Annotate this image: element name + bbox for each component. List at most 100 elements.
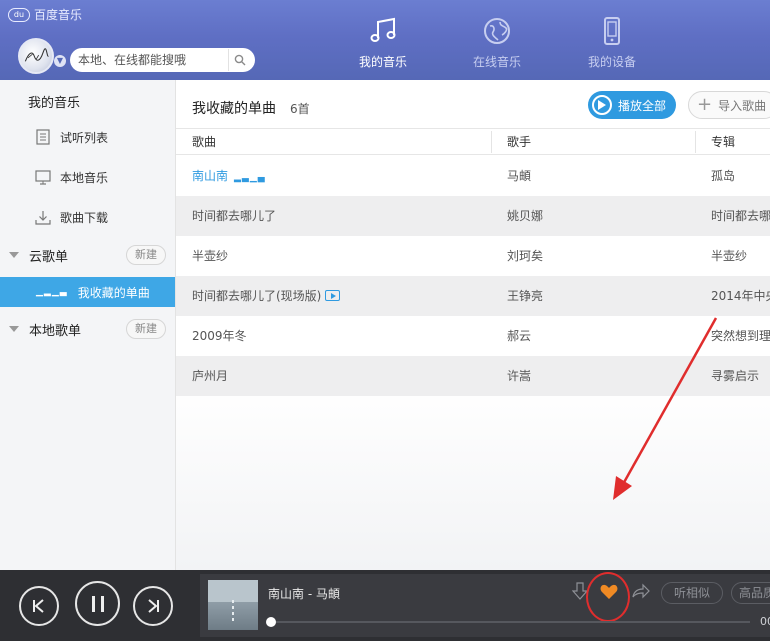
column-header-song[interactable]: 歌曲: [192, 129, 216, 155]
song-title: 时间都去哪儿了: [192, 209, 277, 223]
now-playing-panel: 南山南 - 马頔 听相似 高品质 00:00: [200, 572, 770, 637]
download-icon: [34, 208, 52, 226]
chevron-down-icon[interactable]: ▼: [54, 55, 66, 67]
sidebar-item-downloads[interactable]: 歌曲下载: [0, 202, 175, 232]
previous-track-button[interactable]: [19, 586, 59, 626]
pause-button[interactable]: [75, 581, 120, 626]
search-input[interactable]: [70, 53, 228, 67]
progress-bar[interactable]: [266, 617, 750, 627]
globe-icon: [457, 14, 537, 48]
avatar-signature-icon: [24, 48, 49, 62]
song-title-cell: 南山南 ▂▃▁▄: [192, 156, 492, 196]
cloud-playlist-group[interactable]: 云歌单 新建: [0, 240, 175, 270]
album-cover[interactable]: [208, 580, 258, 630]
player-bar: 南山南 - 马頔 听相似 高品质 00:00: [0, 570, 770, 641]
album-cell[interactable]: 时间都去哪儿了: [711, 196, 770, 236]
artist-cell[interactable]: 马頔: [507, 156, 697, 196]
main-content: 我收藏的单曲 6首 播放全部 + 导入歌曲 歌曲 歌手 专辑 南山南 ▂▃▁▄ 马…: [176, 80, 770, 570]
search-box: [70, 48, 255, 72]
tab-online-music[interactable]: 在线音乐: [457, 14, 537, 74]
table-row[interactable]: 半壶纱 刘珂矣 半壶纱: [176, 236, 770, 276]
app-header: du 百度音乐 ▼ 我的音乐 在线音乐 我的设备: [0, 0, 770, 80]
album-cell[interactable]: 突然想到理想这个词: [711, 316, 770, 356]
previous-icon: [33, 599, 44, 613]
next-icon: [148, 599, 159, 613]
sidebar-item-label: 试听列表: [60, 130, 109, 145]
app-title-bar: du 百度音乐: [8, 6, 82, 23]
elapsed-time: 00:00: [760, 615, 770, 628]
song-title: 庐州月: [192, 369, 229, 383]
cloud-playlist-label: 云歌单: [29, 249, 69, 265]
album-cell[interactable]: 孤岛: [711, 156, 770, 196]
local-playlist-group[interactable]: 本地歌单 新建: [0, 314, 175, 344]
artist-cell[interactable]: 姚贝娜: [507, 196, 697, 236]
import-songs-button[interactable]: + 导入歌曲: [688, 91, 770, 119]
new-cloud-playlist-button[interactable]: 新建: [126, 245, 166, 265]
baidu-music-logo-icon: du: [8, 7, 30, 22]
album-cell[interactable]: 寻雾启示: [711, 356, 770, 396]
album-cell[interactable]: 半壶纱: [711, 236, 770, 276]
table-row[interactable]: 庐州月 许嵩 寻雾启示: [176, 356, 770, 396]
pause-icon: [91, 595, 104, 612]
monitor-icon: [34, 168, 52, 186]
next-track-button[interactable]: [133, 586, 173, 626]
tab-my-devices[interactable]: 我的设备: [572, 14, 652, 74]
artist-cell[interactable]: 许嵩: [507, 356, 697, 396]
album-cover-art-icon: [208, 580, 258, 624]
playing-bars-icon: ▁▂▁▃: [36, 287, 68, 297]
play-all-label: 播放全部: [618, 98, 667, 113]
song-title-cell: 时间都去哪儿了(现场版): [192, 276, 492, 316]
collapse-triangle-icon[interactable]: [9, 326, 19, 332]
device-icon: [572, 14, 652, 48]
album-cell[interactable]: 2014年中央电视台春节联欢晚会: [711, 276, 770, 316]
artist-cell[interactable]: 郝云: [507, 316, 697, 356]
song-title: 半壶纱: [192, 249, 229, 263]
share-icon[interactable]: [632, 583, 650, 602]
import-label: 导入歌曲: [718, 98, 767, 113]
song-title: 南山南: [192, 169, 229, 183]
table-header: 歌曲 歌手 专辑: [176, 128, 770, 155]
new-local-playlist-button[interactable]: 新建: [126, 319, 166, 339]
table-row[interactable]: 2009年冬 郝云 突然想到理想这个词: [176, 316, 770, 356]
column-divider[interactable]: [491, 131, 492, 153]
avatar[interactable]: [18, 38, 54, 74]
app-title: 百度音乐: [34, 8, 83, 22]
tab-my-music[interactable]: 我的音乐: [343, 14, 423, 74]
artist-cell[interactable]: 王铮亮: [507, 276, 697, 316]
heart-icon[interactable]: [600, 584, 618, 603]
list-icon: [34, 128, 52, 146]
mv-video-icon[interactable]: [325, 290, 341, 301]
artist-cell[interactable]: 刘珂矣: [507, 236, 697, 276]
column-header-artist[interactable]: 歌手: [507, 129, 531, 155]
music-note-icon: [343, 14, 423, 48]
table-row[interactable]: 时间都去哪儿了 姚贝娜 时间都去哪儿了: [176, 196, 770, 236]
song-count: 6首: [290, 102, 310, 116]
tab-label: 我的设备: [587, 55, 636, 69]
sidebar-item-label: 我收藏的单曲: [77, 285, 150, 300]
sidebar-item-label: 本地音乐: [60, 170, 109, 185]
sidebar: 我的音乐 试听列表 本地音乐 歌曲下载 云歌单 新建 ▁▂▁▃ 我收藏的单曲 本…: [0, 80, 176, 570]
page-title: 我收藏的单曲: [192, 101, 276, 117]
playing-bars-icon: ▂▃▁▄: [234, 173, 266, 183]
sidebar-item-local-music[interactable]: 本地音乐: [0, 162, 175, 192]
sidebar-item-label: 歌曲下载: [60, 210, 109, 225]
song-title: 2009年冬: [192, 329, 247, 343]
column-header-album[interactable]: 专辑: [711, 129, 735, 155]
progress-handle[interactable]: [266, 617, 276, 627]
listen-similar-button[interactable]: 听相似: [661, 582, 723, 604]
column-divider[interactable]: [695, 131, 696, 153]
play-all-button[interactable]: 播放全部: [588, 91, 676, 119]
local-playlist-label: 本地歌单: [29, 323, 82, 339]
search-icon[interactable]: [228, 49, 250, 71]
table-row[interactable]: 南山南 ▂▃▁▄ 马頔 孤岛: [176, 156, 770, 196]
now-playing-title[interactable]: 南山南 - 马頔: [268, 585, 340, 602]
sidebar-heading[interactable]: 我的音乐: [28, 92, 80, 111]
quality-button[interactable]: 高品质: [731, 582, 770, 604]
play-icon: [592, 95, 612, 115]
collapse-triangle-icon[interactable]: [9, 252, 19, 258]
sidebar-item-favorite-songs[interactable]: ▁▂▁▃ 我收藏的单曲: [0, 277, 175, 307]
sidebar-item-trial-list[interactable]: 试听列表: [0, 122, 175, 152]
song-title: 时间都去哪儿了(现场版): [192, 289, 322, 303]
table-row[interactable]: 时间都去哪儿了(现场版) 王铮亮 2014年中央电视台春节联欢晚会: [176, 276, 770, 316]
tab-label: 在线音乐: [472, 55, 521, 69]
